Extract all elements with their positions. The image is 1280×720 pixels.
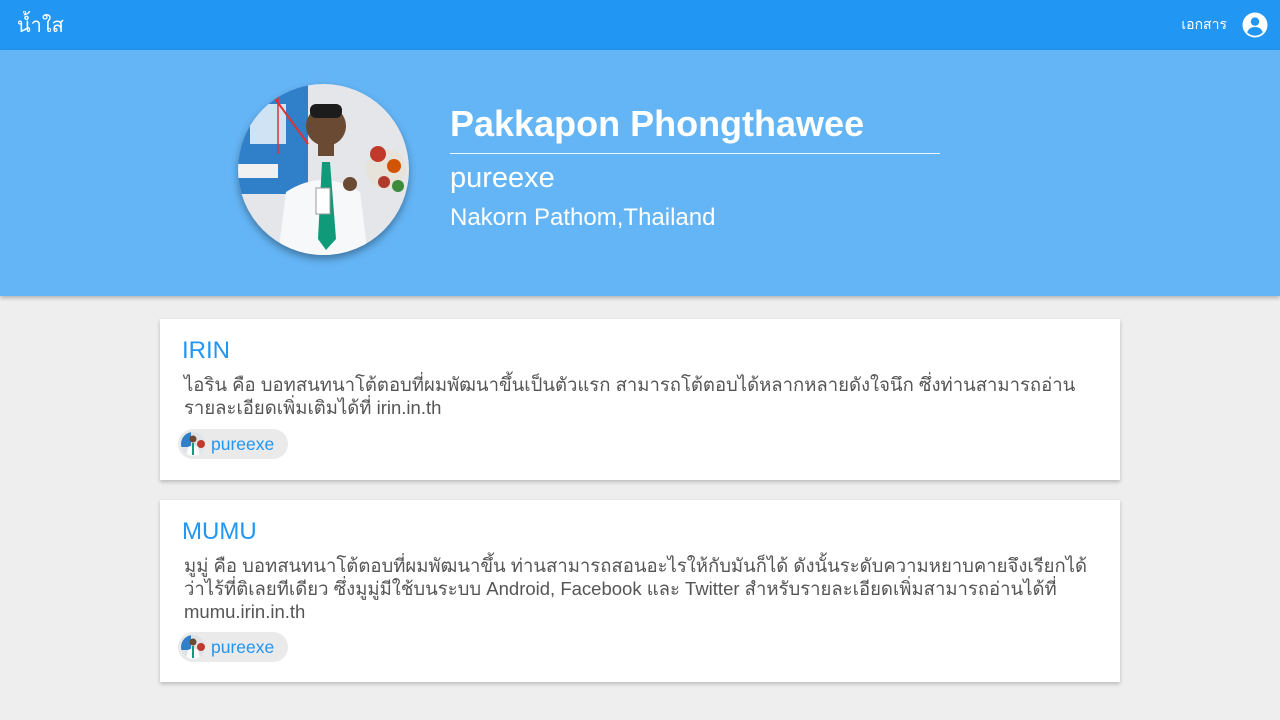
profile-header: Pakkapon Phongthawee pureexe Nakorn Path… [0,50,1280,296]
app-bar: น้ำใส เอกสาร [0,0,1280,50]
project-description: ไอริน คือ บอทสนทนาโต้ตอบที่ผมพัฒนาขึ้นเป… [184,374,1076,418]
project-card-mumu: MUMU มูมู่ คือ บอทสนทนาโต้ตอบที่ผมพัฒนาข… [160,500,1120,682]
owner-avatar [181,635,205,659]
owner-avatar [181,432,205,456]
nav-docs-link[interactable]: เอกสาร [1181,15,1227,35]
owner-chip[interactable]: pureexe [178,632,288,662]
profile-name: Pakkapon Phongthawee [450,103,865,144]
project-card-irin: IRIN ไอริน คือ บอทสนทนาโต้ตอบที่ผมพัฒนาข… [160,319,1120,480]
owner-chip[interactable]: pureexe [178,429,288,459]
profile-username: pureexe [450,162,555,194]
owner-username: pureexe [211,434,275,454]
profile-location: Nakorn Pathom,Thailand [450,204,716,231]
project-description: มูมู่ คือ บอทสนทนาโต้ตอบที่ผมพัฒนาขึ้น ท… [184,555,1088,622]
name-divider [450,153,940,154]
profile-avatar [238,84,409,255]
account-circle-icon[interactable] [1242,12,1268,38]
owner-username: pureexe [211,637,275,657]
project-title[interactable]: IRIN [182,335,230,367]
project-title[interactable]: MUMU [182,516,257,548]
brand-title[interactable]: น้ำใส [17,12,64,38]
